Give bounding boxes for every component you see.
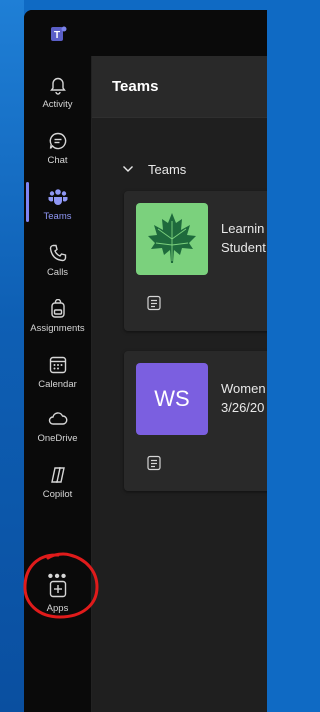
bell-icon: [50, 77, 66, 95]
section-label: Teams: [148, 162, 187, 177]
notebook-icon[interactable]: [146, 455, 162, 471]
app-rail: Activity Chat Teams Calls Assignments Ca…: [24, 56, 92, 712]
team-avatar: WS: [136, 363, 208, 435]
team-avatar: [136, 203, 208, 275]
rail-item-apps[interactable]: Apps: [24, 570, 91, 624]
rail-item-calls[interactable]: Calls: [24, 234, 91, 288]
main-header: Teams: [92, 56, 267, 118]
chat-icon: [49, 132, 67, 150]
copilot-icon: [51, 467, 65, 483]
teams-icon: [48, 189, 68, 205]
notebook-icon[interactable]: [146, 295, 162, 311]
chevron-down-icon: [123, 166, 133, 172]
team-subtitle: Student: [221, 240, 266, 255]
team-subtitle: 3/26/20: [221, 400, 265, 415]
desktop-background: [0, 0, 24, 712]
teams-window: T Activity Chat Teams Calls Assignments …: [24, 10, 267, 712]
teams-logo-icon: T: [51, 26, 67, 41]
team-name: Learnin: [221, 221, 265, 236]
rail-label: Chat: [47, 155, 68, 166]
main-pane: Teams Teams Learnin Student WS Women 3/2…: [92, 56, 267, 712]
rail-label: Copilot: [42, 489, 73, 500]
backpack-icon: [51, 299, 65, 318]
rail-label: OneDrive: [37, 433, 78, 444]
rail-item-activity[interactable]: Activity: [24, 66, 91, 120]
rail-label: Apps: [46, 603, 69, 614]
rail-label: Calendar: [38, 379, 77, 390]
rail-label: Calls: [46, 267, 69, 278]
add-apps-icon: [49, 580, 67, 598]
rail-item-assignments[interactable]: Assignments: [24, 290, 91, 344]
svg-text:T: T: [54, 30, 60, 41]
team-card[interactable]: WS Women 3/26/20: [124, 351, 267, 491]
team-name: Women: [221, 381, 266, 396]
rail-item-teams[interactable]: Teams: [24, 178, 91, 232]
rail-item-chat[interactable]: Chat: [24, 122, 91, 176]
team-card[interactable]: Learnin Student: [124, 191, 267, 331]
rail-label: Teams: [43, 211, 72, 222]
rail-label: Assignments: [30, 323, 85, 334]
title-bar: T: [24, 10, 267, 56]
rail-label: Activity: [42, 99, 73, 110]
rail-item-calendar[interactable]: Calendar: [24, 346, 91, 400]
rail-item-copilot[interactable]: Copilot: [24, 456, 91, 510]
maple-leaf-icon: [148, 213, 196, 263]
page-title: Teams: [112, 78, 159, 95]
rail-item-onedrive[interactable]: OneDrive: [24, 400, 91, 454]
cloud-icon: [48, 412, 68, 425]
team-card-text: Learnin Student: [221, 219, 266, 257]
calendar-icon: [49, 356, 67, 374]
team-card-text: Women 3/26/20: [221, 379, 266, 417]
phone-icon: [49, 244, 67, 262]
